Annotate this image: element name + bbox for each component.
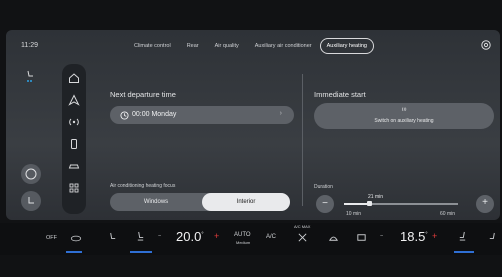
infotainment-screen: 11:29 Climate control Rear Air quality A… xyxy=(6,30,500,220)
departure-title: Next departure time xyxy=(110,90,176,99)
duration-slider-fill xyxy=(344,203,370,205)
ac-max-fan-icon[interactable] xyxy=(297,232,308,243)
duration-max-label: 60 min xyxy=(440,211,456,217)
home-icon[interactable] xyxy=(68,72,80,84)
plus-icon: + xyxy=(482,197,488,208)
left-quick-rail xyxy=(16,68,56,218)
auto-button[interactable]: AUTO xyxy=(234,232,251,238)
focus-option-interior[interactable]: Interior xyxy=(202,193,290,211)
seat-icon xyxy=(28,197,34,204)
temp-right-unit: ° xyxy=(425,231,428,238)
top-bar: 11:29 Climate control Rear Air quality A… xyxy=(6,30,500,64)
departure-time-value: 00:00 Monday xyxy=(132,110,177,118)
radio-icon[interactable] xyxy=(68,116,80,128)
seat-heat-right-icon[interactable] xyxy=(458,231,467,242)
recirculation-icon[interactable] xyxy=(70,235,82,242)
temp-left-plus[interactable]: + xyxy=(214,231,219,241)
temp-left-minus[interactable]: − xyxy=(158,233,161,239)
duration-value-label: 21 min xyxy=(368,194,384,200)
temp-right-plus[interactable]: + xyxy=(432,231,437,241)
switch-on-label: Switch on auxiliary heating xyxy=(374,118,434,124)
apps-grid-icon[interactable] xyxy=(68,182,80,194)
seat-right-icon[interactable] xyxy=(488,232,497,243)
climate-off-button[interactable]: OFF xyxy=(46,235,57,241)
tab-auxiliary-air-conditioner[interactable]: Auxiliary air conditioner xyxy=(247,39,320,53)
steering-wheel-icon xyxy=(25,168,37,180)
seat-heat-right-indicator xyxy=(454,251,474,253)
vertical-icon-rail xyxy=(62,64,86,214)
duration-min-label: 10 min xyxy=(346,211,362,217)
tab-rear[interactable]: Rear xyxy=(179,39,207,53)
ac-max-label: A/C MAX xyxy=(294,224,311,229)
navigation-icon[interactable] xyxy=(68,94,80,106)
ac-button[interactable]: A/C xyxy=(266,234,276,240)
tab-auxiliary-heating[interactable]: Auxiliary heating xyxy=(319,38,374,54)
minus-icon: − xyxy=(322,198,328,209)
phone-icon[interactable] xyxy=(68,138,80,150)
tab-air-quality[interactable]: Air quality xyxy=(207,39,247,53)
duration-plus-button[interactable]: + xyxy=(476,195,494,213)
rear-defrost-icon[interactable] xyxy=(356,232,367,243)
focus-option-windows[interactable]: Windows xyxy=(112,193,200,211)
clock: 11:29 xyxy=(21,42,38,49)
section-divider xyxy=(302,74,303,206)
tab-climate-control[interactable]: Climate control xyxy=(126,39,179,53)
windshield-defrost-icon[interactable] xyxy=(328,232,339,243)
departure-time-selector[interactable]: 00:00 Monday › xyxy=(110,106,294,124)
clock-icon xyxy=(120,110,129,120)
temp-left-value: 20.0 xyxy=(176,229,202,244)
departure-card: Next departure time 00:00 Monday › Air c… xyxy=(102,70,299,216)
car-icon[interactable] xyxy=(68,160,80,172)
immediate-start-title: Immediate start xyxy=(314,90,366,99)
duration-slider-thumb[interactable] xyxy=(366,201,372,206)
duration-minus-button[interactable]: − xyxy=(316,195,334,213)
chevron-right-icon: › xyxy=(279,109,282,117)
duration-title: Duration xyxy=(314,184,333,190)
climate-tabs: Climate control Rear Air quality Auxilia… xyxy=(126,38,374,54)
focus-title: Air conditioning heating focus xyxy=(110,183,176,189)
recirculation-indicator xyxy=(66,251,82,253)
seat-button[interactable] xyxy=(21,191,41,211)
steering-heat-button[interactable] xyxy=(21,164,41,184)
temp-right: 18.5° xyxy=(400,229,428,244)
switch-on-auxiliary-heating-button[interactable]: Switch on auxiliary heating xyxy=(314,103,494,129)
settings-gear-icon[interactable] xyxy=(480,39,492,51)
temp-right-value: 18.5 xyxy=(400,229,426,244)
seat-heat-left-indicator xyxy=(130,251,152,253)
immediate-start-card: Immediate start Switch on auxiliary heat… xyxy=(306,70,496,217)
auto-level-label: Medium xyxy=(236,240,251,245)
duration-slider-track[interactable] xyxy=(344,201,458,206)
temp-left: 20.0° xyxy=(176,229,204,244)
seat-left-icon[interactable] xyxy=(108,232,117,243)
heating-icon xyxy=(402,107,407,111)
seat-heating-icon[interactable] xyxy=(25,70,35,84)
temp-right-minus[interactable]: − xyxy=(380,233,383,239)
focus-segmented-control: Windows Interior xyxy=(110,193,290,211)
temp-left-unit: ° xyxy=(201,231,204,238)
seat-heat-left-icon[interactable] xyxy=(136,231,145,242)
